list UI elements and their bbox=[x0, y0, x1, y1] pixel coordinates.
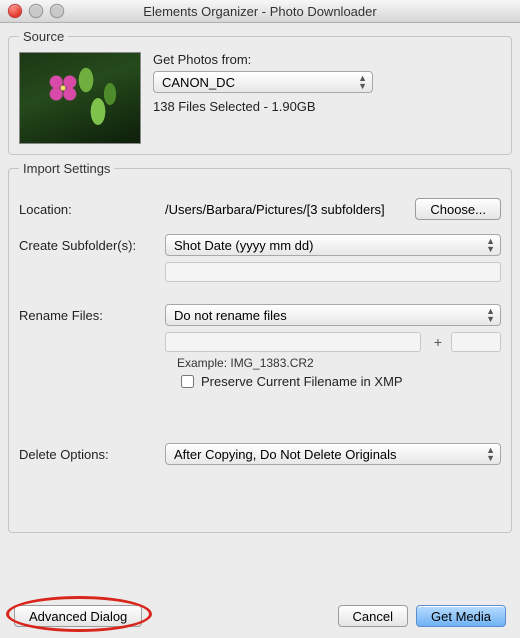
advanced-dialog-button[interactable]: Advanced Dialog bbox=[14, 605, 142, 627]
source-legend: Source bbox=[19, 29, 68, 44]
delete-options-label: Delete Options: bbox=[19, 447, 159, 462]
dialog-footer: Advanced Dialog Cancel Get Media bbox=[0, 594, 520, 638]
rename-suffix-input bbox=[451, 332, 501, 352]
get-photos-from-label: Get Photos from: bbox=[153, 52, 373, 67]
delete-options-select[interactable]: After Copying, Do Not Delete Originals bbox=[165, 443, 501, 465]
choose-location-button[interactable]: Choose... bbox=[415, 198, 501, 220]
create-subfolders-label: Create Subfolder(s): bbox=[19, 238, 159, 253]
device-select[interactable]: CANON_DC bbox=[153, 71, 373, 93]
import-settings-legend: Import Settings bbox=[19, 161, 114, 176]
rename-files-label: Rename Files: bbox=[19, 308, 159, 323]
preserve-xmp-label: Preserve Current Filename in XMP bbox=[201, 374, 403, 389]
rename-example: Example: IMG_1383.CR2 bbox=[177, 356, 501, 370]
files-selected-status: 138 Files Selected - 1.90GB bbox=[153, 99, 373, 114]
rename-files-select[interactable]: Do not rename files bbox=[165, 304, 501, 326]
location-label: Location: bbox=[19, 202, 159, 217]
plus-icon: + bbox=[431, 334, 445, 350]
subfolders-select[interactable]: Shot Date (yyyy mm dd) bbox=[165, 234, 501, 256]
get-media-button[interactable]: Get Media bbox=[416, 605, 506, 627]
location-path: /Users/Barbara/Pictures/[3 subfolders] bbox=[165, 202, 409, 217]
subfolder-name-input bbox=[165, 262, 501, 282]
cancel-button[interactable]: Cancel bbox=[338, 605, 408, 627]
dialog-content: Source Get Photos from: CANON_DC ▲▼ 138 … bbox=[0, 23, 520, 595]
window-title: Elements Organizer - Photo Downloader bbox=[0, 4, 520, 19]
source-group: Source Get Photos from: CANON_DC ▲▼ 138 … bbox=[8, 29, 512, 155]
import-settings-group: Import Settings Location: /Users/Barbara… bbox=[8, 161, 512, 533]
rename-basename-input bbox=[165, 332, 421, 352]
source-thumbnail bbox=[19, 52, 141, 144]
preserve-xmp-checkbox[interactable] bbox=[181, 375, 194, 388]
window-titlebar: Elements Organizer - Photo Downloader bbox=[0, 0, 520, 23]
